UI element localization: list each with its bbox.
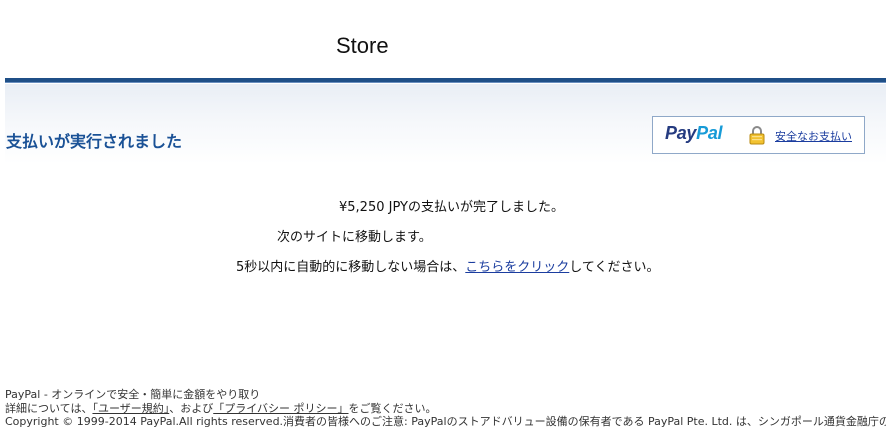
secure-payment-link[interactable]: 安全なお支払い	[775, 128, 852, 144]
redirect-message: 次のサイトに移動します。	[277, 230, 432, 245]
paypal-logo-pal: Pal	[696, 123, 723, 143]
redirect-fallback-after: してください。	[569, 260, 660, 275]
page-title: 支払いが実行されました	[6, 132, 183, 151]
store-title: Store	[336, 33, 389, 58]
lock-icon	[749, 125, 765, 145]
paypal-logo-pay: Pay	[665, 123, 697, 143]
click-here-link[interactable]: こちらをクリック	[465, 260, 569, 275]
paypal-secure-badge: PayPal 安全なお支払い	[652, 116, 865, 154]
header-accent-bar	[5, 78, 886, 83]
redirect-fallback-message: 5秒以内に自動的に移動しない場合は、こちらをクリックしてください。	[236, 256, 660, 275]
paypal-logo: PayPal	[665, 123, 723, 144]
payment-complete-message: ¥5,250 JPYの支払いが完了しました。	[339, 200, 564, 215]
redirect-fallback-before: 5秒以内に自動的に移動しない場合は、	[236, 260, 466, 275]
footer-copyright: Copyright © 1999-2014 PayPal.All rights …	[5, 415, 886, 428]
